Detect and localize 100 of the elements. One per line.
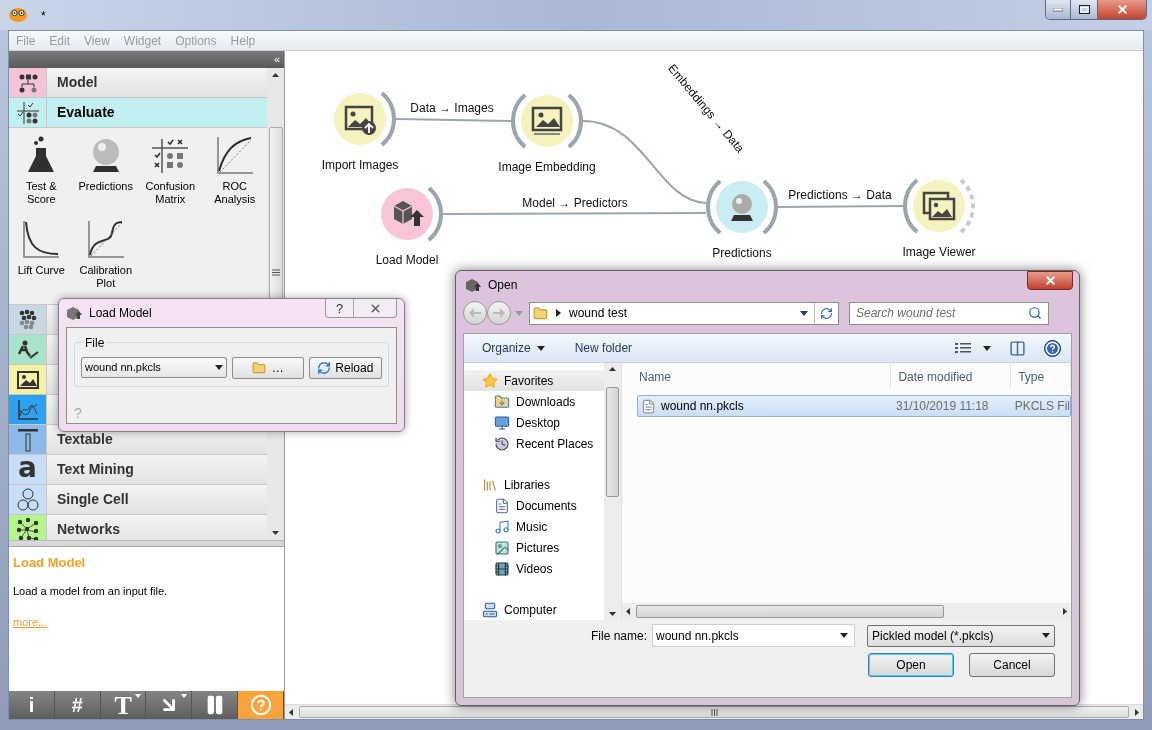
node-label: Image Viewer	[902, 245, 976, 259]
help-glyph: ?	[74, 406, 83, 420]
minimize-button[interactable]	[1046, 0, 1071, 19]
dropdown-caret-icon	[800, 311, 808, 316]
workflow-node[interactable]	[903, 178, 975, 234]
workflow-node[interactable]	[511, 93, 583, 149]
link-label: Model → Predictors	[522, 196, 628, 210]
link-label: Predictions → Data	[788, 188, 892, 202]
widget-icon	[214, 135, 255, 175]
reload-button[interactable]: Reload	[308, 356, 382, 379]
help-button[interactable]	[1044, 339, 1061, 357]
breadcrumb-arrow-icon	[556, 309, 561, 318]
nav-item[interactable]: Favorites	[464, 370, 604, 391]
forward-arrow-icon	[493, 308, 505, 319]
close-button[interactable]	[1027, 271, 1073, 290]
nav-item[interactable]: Downloads	[464, 391, 604, 412]
close-button[interactable]	[1098, 0, 1146, 19]
app-icon	[465, 278, 481, 293]
browse-button[interactable]: …	[231, 356, 304, 379]
scroll-down-arrow-icon[interactable]	[272, 531, 279, 535]
nav-icon	[494, 414, 510, 431]
scrollbar-thumb[interactable]	[299, 706, 1129, 718]
toolbar-button[interactable]	[146, 691, 193, 719]
workflow-node[interactable]	[334, 91, 396, 147]
dialog-title: Open	[488, 277, 518, 295]
nav-item[interactable]: Recent Places	[464, 433, 604, 454]
file-name-field[interactable]: wound nn.pkcls	[652, 624, 855, 647]
scrollbar-thumb[interactable]	[606, 386, 619, 497]
file-type-dropdown[interactable]: Pickled model (*.pkcls)	[867, 624, 1055, 647]
view-list-icon	[955, 342, 971, 354]
widget-icon	[85, 219, 126, 259]
nav-icon	[482, 476, 498, 493]
nav-item[interactable]: Documents	[464, 495, 604, 516]
dialog-button[interactable]: Open	[868, 653, 954, 677]
nav-item[interactable]: Computer	[464, 599, 604, 620]
file-dropdown[interactable]: wound nn.pkcls	[81, 357, 227, 378]
nav-item[interactable]: Videos	[464, 558, 604, 579]
window-title: *	[41, 8, 46, 25]
toolbar-button[interactable]: i	[9, 691, 55, 719]
address-bar[interactable]: wound test	[529, 302, 839, 325]
node-label: Import Images	[321, 158, 399, 172]
new-folder-button[interactable]: New folder	[568, 334, 639, 362]
view-caret-icon	[983, 345, 991, 351]
scroll-up-arrow-icon[interactable]	[272, 73, 279, 77]
nav-icon	[482, 372, 498, 389]
file-icon	[641, 398, 656, 414]
organize-button[interactable]: Organize	[474, 334, 553, 362]
preview-pane-button[interactable]	[1009, 339, 1026, 357]
category-header[interactable]: Evaluate	[9, 98, 267, 128]
organize-caret-icon	[536, 345, 545, 351]
close-icon	[1115, 3, 1129, 16]
maximize-icon	[1078, 5, 1090, 14]
scroll-left-arrow-icon[interactable]	[289, 708, 293, 716]
node-label: Image Embedding	[498, 160, 596, 174]
widget-tile[interactable]: Confusion Matrix	[138, 135, 203, 219]
folder-icon	[251, 360, 266, 375]
back-arrow-icon	[469, 308, 481, 319]
maximize-button[interactable]	[1071, 0, 1098, 19]
help-icon	[1045, 340, 1060, 356]
column-header[interactable]: Type	[1011, 363, 1071, 390]
dropdown-caret-icon	[840, 633, 848, 638]
widget-tile[interactable]: ROC Analysis	[202, 135, 267, 219]
scroll-right-arrow-icon[interactable]	[1135, 708, 1139, 716]
menu-indicator-icon	[181, 694, 188, 698]
column-header[interactable]: Name	[622, 363, 892, 390]
widget-tile[interactable]: Calibration Plot	[73, 219, 138, 303]
toolbar-button[interactable]	[238, 691, 284, 719]
workflow-node[interactable]	[381, 186, 443, 242]
scrollbar-thumb[interactable]	[636, 605, 944, 618]
workflow-node[interactable]	[706, 179, 778, 235]
nav-item[interactable]: Libraries	[464, 474, 604, 495]
dialog-button[interactable]: Cancel	[969, 653, 1055, 677]
file-name: wound nn.pkcls	[661, 398, 744, 415]
scroll-down-arrow-icon[interactable]	[609, 612, 616, 616]
toolbar-button[interactable]	[192, 691, 239, 719]
scroll-up-arrow-icon[interactable]	[609, 367, 616, 371]
category-icon: a	[18, 453, 37, 482]
widget-tile[interactable]: Lift Curve	[9, 219, 74, 303]
toolbar-button[interactable]: T	[100, 691, 147, 719]
toolbar-button[interactable]: #	[54, 691, 101, 719]
widget-tile[interactable]: Test & Score	[9, 135, 74, 219]
file-name-label: File name:	[590, 627, 647, 645]
nav-item[interactable]: Desktop	[464, 412, 604, 433]
node-label: Predictions	[712, 246, 772, 260]
link-label: Data → Images	[410, 101, 494, 115]
nav-icon	[494, 435, 510, 452]
search-field[interactable]: Search wound test	[849, 302, 1049, 325]
description-title: Load Model	[13, 554, 87, 572]
widget-tile[interactable]: Predictions	[73, 135, 138, 219]
file-row[interactable]: wound nn.pkcls 31/10/2019 11:18 PKCLS Fil	[637, 395, 1071, 417]
preview-pane-icon	[1009, 339, 1026, 357]
nav-icon	[494, 539, 510, 556]
column-header[interactable]: Date modified	[891, 363, 1012, 390]
collapse-button[interactable]: «	[273, 54, 280, 65]
nav-item[interactable]: Pictures	[464, 537, 604, 558]
search-icon	[1028, 306, 1042, 321]
scroll-left-arrow-icon[interactable]	[626, 608, 630, 615]
folder-icon	[533, 306, 548, 321]
scroll-right-arrow-icon[interactable]	[1063, 608, 1067, 615]
nav-item[interactable]: Music	[464, 516, 604, 537]
